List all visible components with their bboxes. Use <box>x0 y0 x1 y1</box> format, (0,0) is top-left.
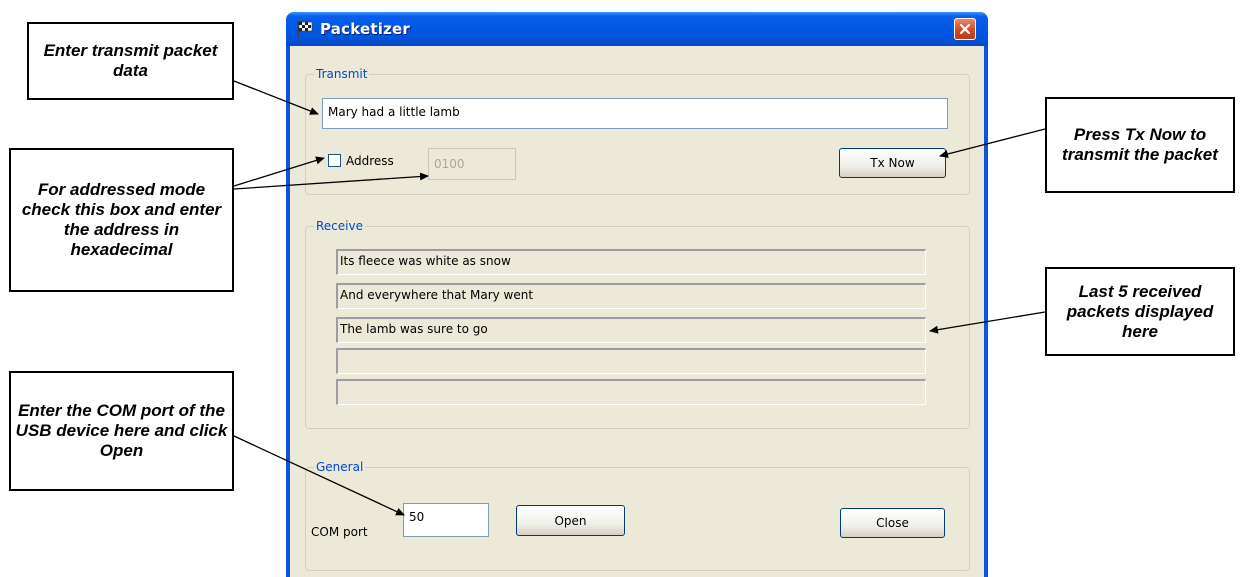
callout-arrows <box>233 80 1046 516</box>
arrow-checkbox <box>233 156 325 187</box>
arrow-tx-now <box>939 128 1046 158</box>
arrow-received <box>929 311 1046 334</box>
arrow-address <box>233 172 429 190</box>
arrow-transmit <box>233 80 319 115</box>
arrow-com-port <box>233 435 405 516</box>
